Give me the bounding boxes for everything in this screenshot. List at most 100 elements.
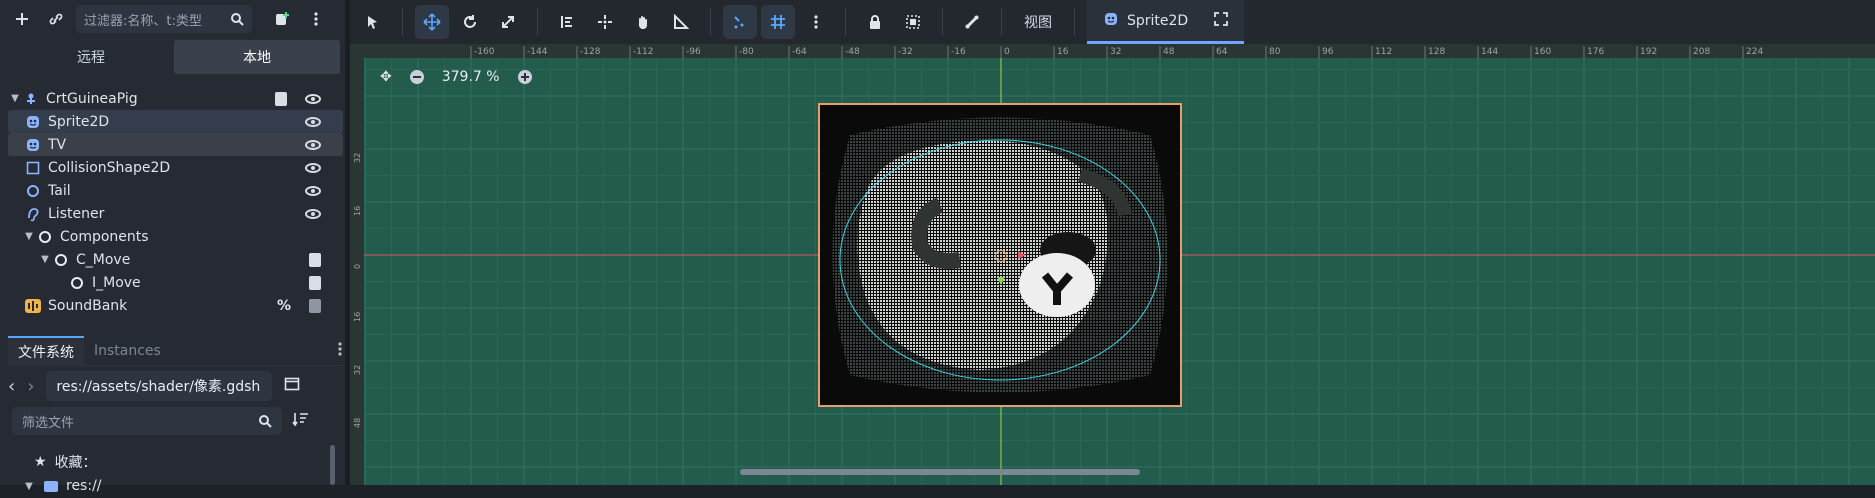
horizontal-scrollbar[interactable]	[740, 469, 1140, 475]
favorites-row[interactable]: ★ 收藏：	[22, 450, 322, 474]
kebab-menu-icon	[338, 342, 342, 356]
sprite2d-icon	[24, 113, 42, 131]
scene-filter-input[interactable]: 过滤器:名称、t:类型	[76, 5, 252, 33]
rotate-icon	[464, 15, 476, 28]
pivot-mode-button[interactable]	[588, 5, 622, 39]
filesystem-more-button[interactable]	[337, 341, 343, 361]
visibility-eye-icon[interactable]	[305, 139, 321, 150]
list-select-icon	[561, 16, 572, 28]
visibility-eye-icon[interactable]	[305, 116, 321, 127]
res-root-row[interactable]: ▼ res://	[22, 474, 322, 498]
y-handle-arrow[interactable]	[997, 277, 1005, 285]
scene-more-button[interactable]	[302, 5, 330, 33]
rotate-mode-button[interactable]	[453, 5, 487, 39]
tree-row-soundbank[interactable]: SoundBank %	[8, 294, 343, 317]
sprite2d-icon	[1103, 11, 1119, 31]
res-root-label: res://	[66, 478, 102, 494]
plus-icon	[16, 13, 28, 25]
ruler-label: 32	[353, 153, 362, 163]
visibility-eye-icon[interactable]	[305, 185, 321, 196]
script-icon[interactable]	[309, 298, 321, 313]
path-field[interactable]: res://assets/shader/像素.gdsh	[46, 371, 273, 401]
select-mode-button[interactable]	[356, 5, 390, 39]
ruler-label: -144	[527, 47, 548, 57]
lock-icon	[870, 15, 880, 29]
node-label: TV	[48, 136, 67, 153]
node-label: SoundBank	[48, 297, 128, 314]
search-icon	[231, 13, 244, 26]
chevron-down-icon[interactable]: ▼	[22, 481, 36, 492]
folder-icon	[44, 480, 58, 492]
tree-row-tail[interactable]: Tail	[8, 179, 343, 202]
visibility-eye-icon[interactable]	[305, 93, 321, 104]
chevron-down-icon[interactable]: ▼	[8, 93, 22, 104]
forward-arrow-icon[interactable]: ›	[27, 376, 34, 397]
grid-snap-button[interactable]	[761, 5, 795, 39]
skeleton-button[interactable]	[955, 5, 989, 39]
tab-sprite2d[interactable]: Sprite2D	[1087, 0, 1245, 44]
instance-scene-button[interactable]	[42, 5, 70, 33]
tab-remote[interactable]: 远程	[8, 40, 174, 74]
window-icon	[285, 377, 300, 391]
move-mode-button[interactable]	[415, 5, 449, 39]
split-view-button[interactable]	[284, 376, 300, 396]
fullscreen-icon[interactable]	[1214, 11, 1229, 30]
ruler-mode-button[interactable]	[664, 5, 698, 39]
tree-row-listener[interactable]: Listener	[8, 202, 343, 225]
node-label: CollisionShape2D	[48, 159, 171, 176]
script-icon[interactable]	[309, 275, 321, 290]
back-arrow-icon[interactable]: ‹	[8, 376, 15, 397]
script-icon[interactable]	[309, 252, 321, 267]
lock-button[interactable]	[858, 5, 892, 39]
tree-row-components[interactable]: ▼ Components	[8, 225, 343, 248]
tree-row-sprite2d[interactable]: Sprite2D	[8, 110, 343, 133]
zoom-out-button[interactable]	[409, 70, 424, 84]
tree-row-collisionshape2d[interactable]: CollisionShape2D	[8, 156, 343, 179]
tab-instances[interactable]: Instances	[84, 337, 171, 365]
audio-stream-icon	[24, 297, 42, 315]
tab-filesystem[interactable]: 文件系统	[8, 336, 84, 366]
ruler-label: -16	[951, 47, 966, 57]
tree-row-i-move[interactable]: I_Move	[8, 271, 343, 294]
sort-button[interactable]	[292, 411, 310, 431]
add-node-button[interactable]	[8, 5, 36, 33]
x-handle-arrow[interactable]	[1018, 251, 1026, 259]
ruler-label: -112	[633, 47, 653, 57]
sort-icon	[292, 413, 308, 427]
node-label: CrtGuineaPig	[46, 90, 138, 107]
zoom-level[interactable]: 379.7 %	[442, 69, 500, 85]
scene-tree: ▼ CrtGuineaPig Sprite2D TV CollisionShap…	[8, 87, 343, 317]
zoom-in-button[interactable]	[517, 70, 532, 84]
scene-toolbar: 过滤器:名称、t:类型	[8, 0, 343, 38]
attach-script-button[interactable]	[268, 5, 296, 33]
center-view-icon[interactable]: ✥	[380, 69, 392, 85]
script-icon[interactable]	[275, 91, 287, 106]
ruler-label: -80	[739, 47, 754, 57]
filesystem-scrollbar[interactable]	[330, 445, 335, 485]
group-button[interactable]	[896, 5, 930, 39]
ruler-label: 80	[1269, 47, 1281, 57]
move-arrows-icon	[423, 13, 441, 31]
visibility-eye-icon[interactable]	[305, 162, 321, 173]
filesystem-filter-input[interactable]: 筛选文件	[12, 407, 282, 435]
pan-mode-button[interactable]	[626, 5, 660, 39]
node2d-icon	[22, 90, 40, 108]
list-select-button[interactable]	[550, 5, 584, 39]
grid-icon	[771, 15, 785, 29]
ruler-label: 112	[1375, 47, 1392, 57]
snap-options-button[interactable]	[799, 5, 833, 39]
tree-row-tv[interactable]: TV	[8, 133, 343, 156]
tab-local[interactable]: 本地	[174, 40, 340, 74]
scene-filter-placeholder: 过滤器:名称、t:类型	[84, 13, 202, 29]
chevron-down-icon[interactable]: ▼	[22, 231, 36, 242]
scale-mode-button[interactable]	[491, 5, 525, 39]
viewport[interactable]: -160 -144 -128 -112 -96 -80 -64 -48 -32 -16 0 16 32 4…	[350, 44, 1875, 485]
smart-snap-button[interactable]	[723, 5, 757, 39]
visibility-eye-icon[interactable]	[305, 208, 321, 219]
chevron-down-icon[interactable]: ▼	[38, 254, 52, 265]
tree-row-crtguineapig[interactable]: ▼ CrtGuineaPig	[8, 87, 343, 110]
view-menu[interactable]: 视图	[1014, 12, 1062, 32]
soundbank-badge[interactable]: %	[277, 298, 291, 314]
tree-row-c-move[interactable]: ▼ C_Move	[8, 248, 343, 271]
node-label: Listener	[48, 205, 105, 222]
